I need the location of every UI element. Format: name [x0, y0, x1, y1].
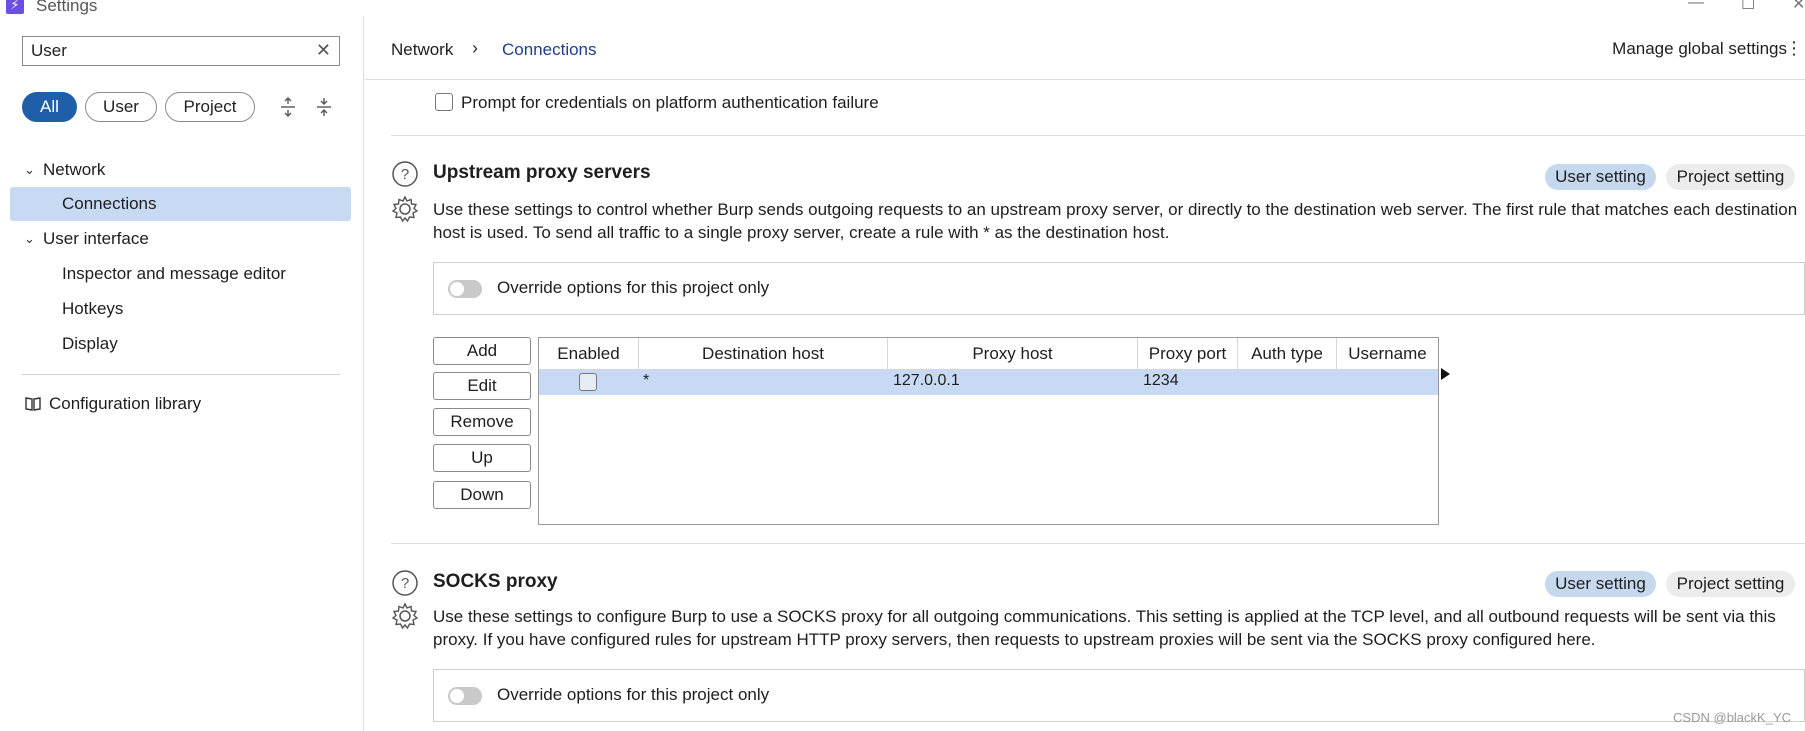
help-icon[interactable]: ? [391, 569, 419, 597]
sidebar-item-connections[interactable]: Connections [10, 187, 351, 221]
filter-user-button[interactable]: User [85, 92, 157, 122]
upstream-override-toggle[interactable] [448, 280, 482, 298]
maximize-button[interactable]: ☐ [1741, 0, 1755, 14]
sidebar-item-user-interface[interactable]: ⌄ User interface [10, 222, 351, 256]
svg-text:?: ? [401, 575, 409, 592]
cell-proxy-host: 127.0.0.1 [893, 372, 960, 389]
sidebar-item-label: Network [43, 160, 106, 179]
gear-icon[interactable] [391, 602, 419, 630]
breadcrumb-separator-icon: › [472, 38, 478, 58]
sidebar-item-label: Configuration library [49, 394, 202, 413]
gear-icon[interactable] [391, 195, 419, 223]
upstream-override-label: Override options for this project only [497, 278, 770, 297]
sidebar-item-label: Display [62, 334, 118, 353]
sidebar-item-hotkeys[interactable]: Hotkeys [10, 292, 351, 326]
prompt-credentials-checkbox[interactable] [435, 93, 453, 111]
caret-right-icon[interactable] [1441, 368, 1450, 380]
section-divider [391, 135, 1805, 136]
book-icon [25, 397, 41, 411]
sidebar-divider [22, 374, 340, 375]
sidebar: ✕ All User Project ⌄ Network Connections [0, 16, 364, 731]
svg-text:?: ? [401, 166, 409, 183]
breadcrumb-connections: Connections [502, 40, 597, 59]
sidebar-item-network[interactable]: ⌄ Network [10, 153, 351, 187]
upstream-proxy-table: Enabled Destination host Proxy host Prox… [538, 337, 1439, 525]
section-divider [391, 543, 1805, 544]
remove-button[interactable]: Remove [433, 408, 531, 436]
expand-all-icon[interactable] [278, 96, 298, 118]
sidebar-item-label: User interface [43, 229, 149, 248]
socks-proxy-description: Use these settings to configure Burp to … [433, 607, 1776, 649]
socks-proxy-title: SOCKS proxy [433, 571, 558, 592]
socks-override-label: Override options for this project only [497, 685, 770, 704]
upstream-proxy-title: Upstream proxy servers [433, 162, 651, 183]
manage-global-settings-link[interactable]: Manage global settings [1612, 39, 1787, 59]
settings-search: ✕ [22, 36, 340, 66]
breadcrumb-network[interactable]: Network [391, 40, 453, 60]
window-title: Settings [36, 0, 98, 15]
collapse-all-icon[interactable] [314, 96, 334, 118]
project-setting-tag[interactable]: Project setting [1666, 164, 1795, 190]
sidebar-item-label: Hotkeys [62, 299, 124, 318]
settings-content: Prompt for credentials on platform authe… [365, 81, 1805, 731]
content-header: Network › Connections Manage global sett… [365, 16, 1805, 80]
close-window-button[interactable]: ✕ [1792, 0, 1805, 14]
column-header-enabled[interactable]: Enabled [539, 338, 639, 370]
sidebar-item-display[interactable]: Display [10, 327, 351, 361]
column-header-auth-type[interactable]: Auth type [1238, 338, 1337, 370]
prompt-credentials-label: Prompt for credentials on platform authe… [461, 93, 879, 112]
add-button[interactable]: Add [433, 337, 531, 365]
filter-project-button[interactable]: Project [165, 92, 255, 122]
search-input[interactable] [31, 41, 301, 61]
cell-destination-host: * [643, 372, 650, 389]
upstream-proxy-description: Use these settings to control whether Bu… [433, 200, 1798, 242]
user-setting-tag[interactable]: User setting [1545, 571, 1656, 597]
table-header: Enabled Destination host Proxy host Prox… [539, 338, 1438, 370]
clear-search-icon[interactable]: ✕ [316, 40, 331, 61]
down-button[interactable]: Down [433, 481, 531, 509]
user-setting-tag[interactable]: User setting [1545, 164, 1656, 190]
edit-button[interactable]: Edit [433, 372, 531, 400]
sidebar-item-inspector[interactable]: Inspector and message editor [10, 257, 351, 291]
burp-lightning-icon: ⚡ [6, 0, 24, 14]
row-enabled-checkbox[interactable] [579, 373, 597, 391]
chevron-down-icon: ⌄ [24, 162, 35, 177]
chevron-down-icon: ⌄ [24, 231, 35, 246]
column-header-proxy-host[interactable]: Proxy host [888, 338, 1138, 370]
socks-override-box: Override options for this project only [433, 669, 1805, 722]
help-icon[interactable]: ? [391, 160, 419, 188]
table-row[interactable]: * 127.0.0.1 1234 [539, 370, 1438, 395]
filter-all-button[interactable]: All [22, 92, 77, 122]
sidebar-item-configuration-library[interactable]: Configuration library [10, 387, 351, 421]
column-header-proxy-port[interactable]: Proxy port [1138, 338, 1238, 370]
column-header-destination-host[interactable]: Destination host [639, 338, 888, 370]
upstream-override-box: Override options for this project only [433, 262, 1805, 315]
cell-proxy-port: 1234 [1143, 372, 1179, 389]
socks-override-toggle[interactable] [448, 687, 482, 705]
up-button[interactable]: Up [433, 444, 531, 472]
more-options-icon[interactable]: ⋮ [1785, 38, 1803, 59]
sidebar-item-label: Connections [62, 194, 157, 213]
watermark: CSDN @blackK_YC [1673, 710, 1791, 725]
minimize-button[interactable]: — [1688, 0, 1704, 12]
sidebar-item-label: Inspector and message editor [62, 264, 286, 283]
project-setting-tag[interactable]: Project setting [1666, 571, 1795, 597]
title-bar: ⚡ Settings — ☐ ✕ [0, 0, 1805, 16]
column-header-username[interactable]: Username [1337, 338, 1438, 370]
